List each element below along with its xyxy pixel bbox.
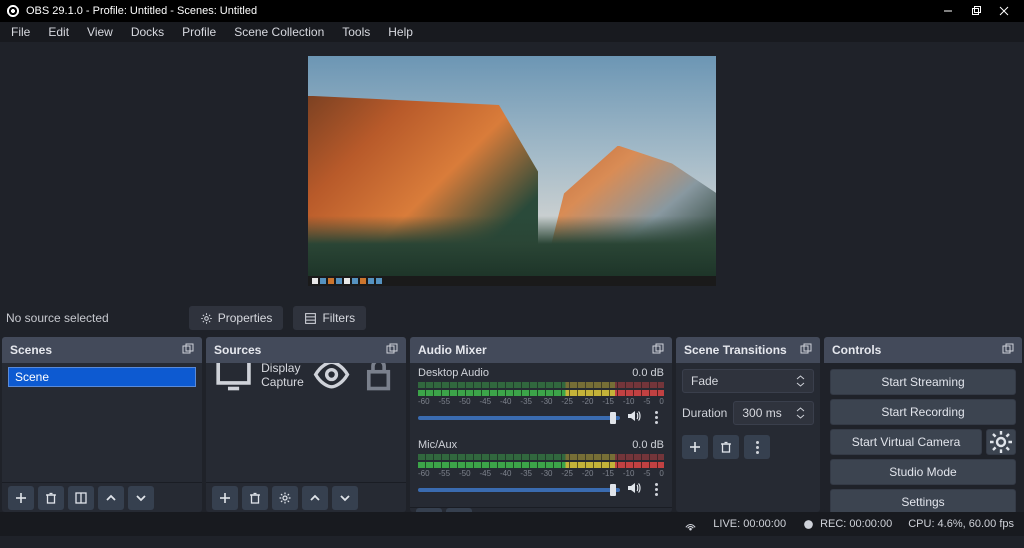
menu-tools[interactable]: Tools <box>333 23 379 41</box>
scene-add-button[interactable] <box>8 486 34 510</box>
controls-dock: Controls Start Streaming Start Recording… <box>824 337 1022 512</box>
audio-meter <box>418 462 664 468</box>
preview-canvas <box>308 56 716 286</box>
select-updown-icon <box>796 375 805 387</box>
speaker-icon[interactable] <box>626 408 642 427</box>
audio-mixer-dock: Audio Mixer Desktop Audio 0.0 dB -60-55-… <box>410 337 672 512</box>
source-add-button[interactable] <box>212 486 238 510</box>
virtual-camera-settings-button[interactable] <box>986 429 1016 455</box>
filters-button[interactable]: Filters <box>293 306 366 330</box>
scene-filter-button[interactable] <box>68 486 94 510</box>
settings-button[interactable]: Settings <box>830 489 1016 512</box>
obs-logo-icon <box>6 4 20 18</box>
menu-profile[interactable]: Profile <box>173 23 225 41</box>
scenes-title: Scenes <box>10 343 52 357</box>
start-recording-button[interactable]: Start Recording <box>830 399 1016 425</box>
audio-channel-desktop: Desktop Audio 0.0 dB -60-55-50-45-40-35-… <box>410 363 672 435</box>
menu-help[interactable]: Help <box>379 23 422 41</box>
scene-move-up-button[interactable] <box>98 486 124 510</box>
window-titlebar: OBS 29.1.0 - Profile: Untitled - Scenes:… <box>0 0 1024 22</box>
channel-menu-button[interactable] <box>648 483 664 496</box>
transitions-title: Scene Transitions <box>684 343 787 357</box>
audio-meter <box>418 454 664 460</box>
sources-title: Sources <box>214 343 261 357</box>
transition-remove-button[interactable] <box>713 435 739 459</box>
volume-slider[interactable] <box>418 488 620 492</box>
scenes-dock: Scenes Scene <box>2 337 202 512</box>
source-item[interactable]: Display Capture <box>206 363 406 387</box>
popout-icon[interactable] <box>652 343 664 358</box>
popout-icon[interactable] <box>182 343 194 358</box>
speaker-icon[interactable] <box>626 480 642 499</box>
duration-input[interactable]: 300 ms <box>733 401 814 425</box>
scene-move-down-button[interactable] <box>128 486 154 510</box>
source-move-down-button[interactable] <box>332 486 358 510</box>
scene-item-selected[interactable]: Scene <box>8 367 196 387</box>
menu-docks[interactable]: Docks <box>122 23 173 41</box>
menubar: File Edit View Docks Profile Scene Colle… <box>0 22 1024 42</box>
no-source-label: No source selected <box>6 311 179 325</box>
popout-icon[interactable] <box>386 343 398 358</box>
channel-menu-button[interactable] <box>648 411 664 424</box>
transition-select[interactable]: Fade <box>682 369 814 393</box>
popout-icon[interactable] <box>1002 343 1014 358</box>
captured-taskbar <box>308 276 716 286</box>
mixer-menu-button[interactable] <box>446 508 472 512</box>
audio-channel-mic: Mic/Aux 0.0 dB -60-55-50-45-40-35-30-25-… <box>410 435 672 507</box>
status-network-icon <box>684 518 697 531</box>
status-rec: REC: 00:00:00 <box>820 518 892 530</box>
source-remove-button[interactable] <box>242 486 268 510</box>
menu-file[interactable]: File <box>2 23 39 41</box>
window-title: OBS 29.1.0 - Profile: Untitled - Scenes:… <box>26 5 257 17</box>
preview-toolbar: No source selected Properties Filters <box>0 299 1024 337</box>
db-ticks: -60-55-50-45-40-35-30-25-20-15-10-50 <box>418 397 664 406</box>
start-virtual-camera-button[interactable]: Start Virtual Camera <box>830 429 982 455</box>
menu-edit[interactable]: Edit <box>39 23 78 41</box>
duration-label: Duration <box>682 406 727 420</box>
filters-icon <box>304 312 317 325</box>
status-bar: LIVE: 00:00:00 REC: 00:00:00 CPU: 4.6%, … <box>0 512 1024 536</box>
window-restore-button[interactable] <box>962 1 990 21</box>
transitions-dock: Scene Transitions Fade Duration 300 ms <box>676 337 820 512</box>
audio-meter <box>418 382 664 388</box>
mixer-title: Audio Mixer <box>418 343 487 357</box>
menu-scene-collection[interactable]: Scene Collection <box>225 23 333 41</box>
studio-mode-button[interactable]: Studio Mode <box>830 459 1016 485</box>
preview-area[interactable] <box>0 42 1024 299</box>
menu-view[interactable]: View <box>78 23 122 41</box>
status-cpu: CPU: 4.6%, 60.00 fps <box>908 518 1014 530</box>
popout-icon[interactable] <box>800 343 812 358</box>
transition-menu-button[interactable] <box>744 435 770 459</box>
scene-remove-button[interactable] <box>38 486 64 510</box>
source-move-up-button[interactable] <box>302 486 328 510</box>
start-streaming-button[interactable]: Start Streaming <box>830 369 1016 395</box>
gear-icon <box>987 428 1015 456</box>
sources-dock: Sources Display Capture <box>206 337 406 512</box>
transition-add-button[interactable] <box>682 435 708 459</box>
volume-slider[interactable] <box>418 416 620 420</box>
source-properties-button[interactable] <box>272 486 298 510</box>
gear-icon <box>200 312 213 325</box>
mixer-advanced-button[interactable] <box>416 508 442 512</box>
spinner-icon[interactable] <box>796 407 805 419</box>
record-icon <box>802 518 815 531</box>
db-ticks: -60-55-50-45-40-35-30-25-20-15-10-50 <box>418 469 664 478</box>
properties-button[interactable]: Properties <box>189 306 284 330</box>
window-close-button[interactable] <box>990 1 1018 21</box>
controls-title: Controls <box>832 343 881 357</box>
window-minimize-button[interactable] <box>934 1 962 21</box>
status-live: LIVE: 00:00:00 <box>713 518 786 530</box>
audio-meter <box>418 390 664 396</box>
